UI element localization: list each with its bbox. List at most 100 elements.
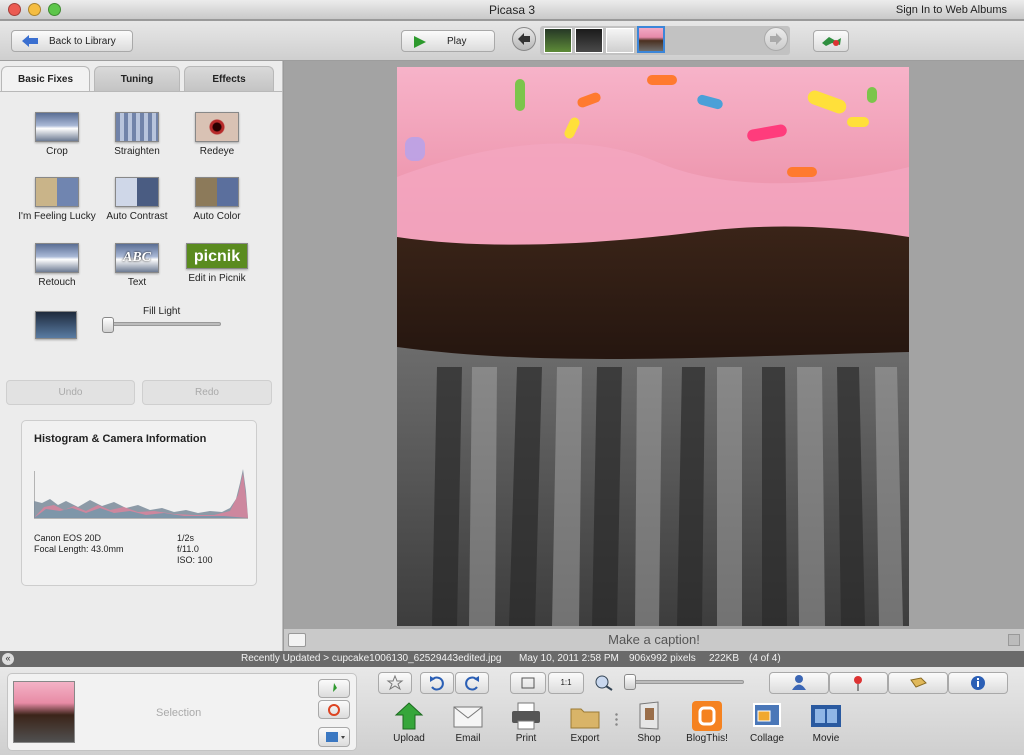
selection-thumbnail[interactable] (13, 681, 75, 743)
action-label: Email (455, 733, 481, 744)
auto-contrast-tool[interactable]: Auto Contrast (92, 177, 182, 222)
geotag-button[interactable] (829, 672, 888, 694)
redeye-tool[interactable]: Redeye (172, 112, 262, 157)
export-button[interactable]: Export (557, 701, 613, 744)
trash-icon[interactable] (1008, 634, 1020, 646)
tool-label: Crop (46, 146, 68, 157)
upload-button[interactable]: Upload (381, 701, 437, 744)
hold-pin-button[interactable] (318, 679, 350, 698)
contrast-icon (115, 177, 159, 207)
star-button[interactable] (378, 672, 412, 694)
rotate-right-button[interactable] (455, 672, 489, 694)
play-button[interactable]: Play (401, 30, 495, 52)
tab-divider (0, 91, 283, 92)
feeling-lucky-tool[interactable]: I'm Feeling Lucky (12, 177, 102, 222)
blogthis-button[interactable]: BlogThis! (679, 701, 735, 744)
tool-label: I'm Feeling Lucky (18, 211, 96, 222)
fill-light-label: Fill Light (143, 306, 181, 317)
histogram-title: Histogram & Camera Information (34, 433, 207, 445)
tab-label: Basic Fixes (17, 74, 74, 85)
lucky-icon (35, 177, 79, 207)
zoom-slider[interactable] (626, 680, 744, 684)
fill-light-slider-handle[interactable] (102, 317, 114, 333)
blogger-icon (692, 701, 722, 731)
upload-arrow-icon (392, 701, 426, 731)
play-icon (414, 36, 426, 51)
shop-button[interactable]: Shop (621, 701, 677, 744)
text-tool[interactable]: ABC Text (92, 243, 182, 288)
fit-view-button[interactable] (510, 672, 546, 694)
people-button[interactable] (769, 672, 829, 694)
caption-note-icon[interactable] (288, 633, 306, 647)
collage-icon (750, 701, 784, 731)
info-button[interactable] (948, 672, 1008, 694)
cupcake-photo (397, 67, 909, 626)
aperture: f/11.0 (177, 544, 199, 554)
close-window-button[interactable] (8, 3, 21, 16)
status-bar: « Recently Updated > cupcake1006130_6252… (0, 651, 1024, 667)
filmstrip-thumb-3[interactable] (606, 28, 634, 53)
next-photo-button[interactable] (764, 27, 788, 51)
filmstrip-thumb-selected[interactable] (637, 26, 665, 53)
zoom-window-button[interactable] (48, 3, 61, 16)
rotate-left-button[interactable] (420, 672, 454, 694)
sign-in-link[interactable]: Sign In to Web Albums (896, 0, 1007, 20)
tool-label: Edit in Picnik (188, 273, 246, 284)
collapse-tray-icon[interactable]: « (2, 653, 14, 665)
tab-tuning[interactable]: Tuning (94, 66, 180, 91)
actual-size-button[interactable]: 1:1 (548, 672, 584, 694)
tags-button[interactable] (888, 672, 948, 694)
caption-bar: Make a caption! (284, 629, 1024, 651)
straighten-icon (115, 112, 159, 142)
retouch-icon (35, 243, 79, 273)
filmstrip-thumb-2[interactable] (575, 28, 603, 53)
hide-edit-panel-button[interactable] (813, 30, 849, 52)
film-strip-icon (809, 701, 843, 731)
album-add-button[interactable] (318, 727, 350, 747)
fill-light-slider[interactable] (104, 322, 221, 326)
filmstrip-thumb-1[interactable] (544, 28, 572, 53)
star-icon (386, 674, 404, 691)
picnik-logo-icon: picnik (186, 243, 248, 269)
zoom-slider-handle[interactable] (624, 674, 636, 690)
auto-color-tool[interactable]: Auto Color (172, 177, 262, 222)
status-size: 222KB (709, 653, 740, 664)
tab-effects[interactable]: Effects (184, 66, 274, 91)
status-path: Recently Updated > cupcake1006130_625294… (241, 653, 502, 664)
collage-button[interactable]: Collage (739, 701, 795, 744)
action-label: Upload (393, 733, 425, 744)
folder-icon (568, 701, 602, 731)
tab-basic-fixes[interactable]: Basic Fixes (1, 66, 90, 92)
edit-in-picnik-tool[interactable]: picnik Edit in Picnik (172, 243, 262, 284)
fit-frame-icon (521, 677, 535, 689)
fill-light-icon (35, 311, 77, 339)
status-dimensions: 906x992 pixels (629, 653, 696, 664)
movie-button[interactable]: Movie (798, 701, 854, 744)
selection-label: Selection (156, 707, 202, 719)
minimize-window-button[interactable] (28, 3, 41, 16)
redo-button[interactable]: Redo (142, 380, 272, 405)
colorful-arrow-icon (822, 37, 841, 46)
tool-label: Auto Color (193, 211, 241, 222)
back-arrow-icon (22, 35, 38, 47)
action-label: Collage (750, 733, 784, 744)
email-button[interactable]: Email (440, 701, 496, 744)
status-count: (4 of 4) (749, 653, 781, 664)
previous-photo-button[interactable] (512, 27, 536, 51)
clear-circle-icon (328, 704, 340, 716)
camera-model: Canon EOS 20D (34, 533, 102, 543)
caption-input[interactable]: Make a caption! (608, 632, 700, 647)
photo[interactable] (397, 67, 909, 626)
play-label: Play (447, 36, 467, 47)
back-to-library-button[interactable]: Back to Library (11, 30, 133, 52)
album-icon (326, 732, 345, 742)
retouch-tool[interactable]: Retouch (12, 243, 102, 288)
action-label: Movie (812, 733, 840, 744)
clear-selection-button[interactable] (318, 700, 350, 719)
print-button[interactable]: Print (498, 701, 554, 744)
straighten-tool[interactable]: Straighten (92, 112, 182, 157)
undo-button[interactable]: Undo (6, 380, 135, 405)
tab-label: Tuning (120, 74, 154, 85)
crop-tool[interactable]: Crop (12, 112, 102, 157)
title-bar: Picasa 3 Sign In to Web Albums (0, 0, 1024, 20)
